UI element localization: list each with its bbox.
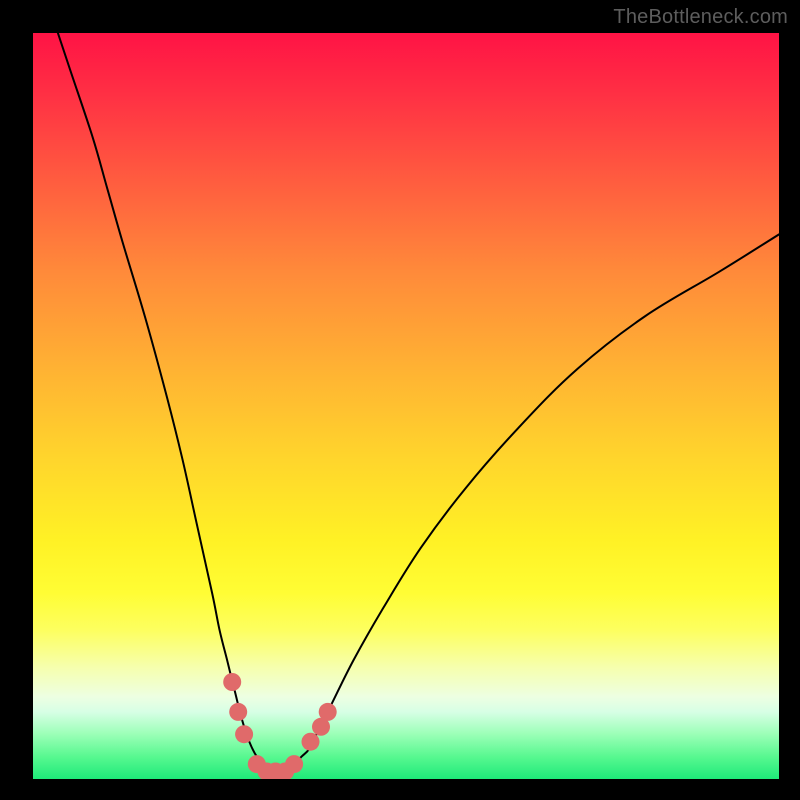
curve-markers <box>223 673 337 779</box>
curve-marker <box>223 673 241 691</box>
curve-marker <box>285 755 303 773</box>
curve-marker <box>235 725 253 743</box>
curve-layer <box>33 33 779 779</box>
curve-marker <box>229 703 247 721</box>
bottleneck-curve <box>55 33 779 772</box>
watermark-text: TheBottleneck.com <box>613 6 788 29</box>
curve-marker <box>302 733 320 751</box>
plot-area <box>33 33 779 779</box>
image-frame: TheBottleneck.com <box>0 0 800 800</box>
curve-marker <box>319 703 337 721</box>
